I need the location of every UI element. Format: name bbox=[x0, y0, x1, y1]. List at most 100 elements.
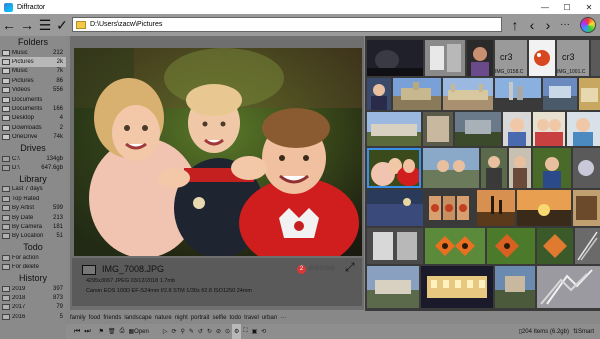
select-check-button[interactable]: ✓ bbox=[54, 15, 70, 35]
sidebar-item[interactable]: By Date 213 bbox=[0, 213, 66, 222]
print-icon[interactable]: ⎙ bbox=[118, 324, 127, 339]
cr3-thumbnail[interactable]: cr3 IMG_0158.C bbox=[495, 40, 527, 76]
tag-item[interactable]: travel bbox=[244, 315, 259, 321]
sidebar-item[interactable]: By Artist 599 bbox=[0, 203, 66, 212]
tag-item[interactable]: urban bbox=[262, 315, 277, 321]
thumbnail[interactable] bbox=[537, 266, 600, 308]
sidebar-item[interactable]: Documents 166 bbox=[0, 104, 66, 113]
sidebar-item[interactable]: Music 212 bbox=[0, 48, 66, 57]
edit-icon[interactable]: ✎ bbox=[187, 324, 196, 339]
tag-item[interactable]: portrait bbox=[191, 315, 210, 321]
sidebar-item[interactable]: Pictures 86 bbox=[0, 76, 66, 85]
tag-item[interactable]: todo bbox=[229, 315, 241, 321]
thumbnail[interactable] bbox=[393, 78, 441, 110]
thumbnail[interactable] bbox=[467, 40, 493, 76]
compare-icon[interactable]: ⊘ bbox=[214, 324, 223, 339]
thumbnail[interactable] bbox=[367, 190, 423, 226]
grid-view-icon[interactable]: ▣ bbox=[250, 324, 260, 339]
close-button[interactable]: ✕ bbox=[578, 0, 600, 14]
back-button[interactable]: ← bbox=[0, 15, 18, 35]
thumbnail[interactable] bbox=[367, 228, 423, 264]
thumbnail[interactable] bbox=[517, 190, 571, 226]
preview-photo[interactable] bbox=[74, 48, 362, 256]
flag-icon[interactable]: ⚑ bbox=[97, 324, 106, 339]
sidebar-item[interactable]: 2019 397 bbox=[0, 284, 66, 293]
more-button[interactable]: ··· bbox=[557, 15, 573, 35]
fullscreen-icon[interactable]: ⛶ bbox=[241, 324, 249, 339]
thumbnail[interactable] bbox=[579, 78, 600, 110]
color-wheel-icon[interactable] bbox=[580, 17, 596, 33]
sidebar-item[interactable]: For delete bbox=[0, 262, 66, 271]
thumbnail[interactable] bbox=[591, 40, 600, 76]
thumbnail[interactable] bbox=[477, 190, 515, 226]
sidebar-item[interactable]: By Location 51 bbox=[0, 232, 66, 241]
thumbnail[interactable] bbox=[481, 148, 507, 188]
thumbnail[interactable] bbox=[367, 78, 391, 110]
selected-thumbnail[interactable] bbox=[367, 148, 421, 188]
thumbnail[interactable] bbox=[509, 148, 531, 188]
first-icon[interactable]: ⏮ bbox=[72, 324, 82, 339]
tag-item[interactable]: night bbox=[175, 315, 188, 321]
minimize-button[interactable]: — bbox=[534, 0, 556, 14]
sidebar-item[interactable]: By Camera 181 bbox=[0, 222, 66, 231]
sidebar-item[interactable]: Desktop 4 bbox=[0, 114, 66, 123]
sort-button[interactable]: ⇅ Smart bbox=[571, 324, 596, 339]
sidebar-item[interactable]: 2017 79 bbox=[0, 303, 66, 312]
thumbnail[interactable] bbox=[537, 228, 573, 264]
thumbnail[interactable] bbox=[367, 112, 421, 146]
sidebar-item[interactable]: C:\ 134gb bbox=[0, 154, 66, 163]
sidebar-item[interactable]: D:\ 647.6gb bbox=[0, 163, 66, 172]
tag-item[interactable]: food bbox=[89, 315, 101, 321]
thumbnail[interactable] bbox=[367, 40, 423, 76]
tag-item[interactable]: selfie bbox=[212, 315, 226, 321]
sidebar-item[interactable]: Music 7k bbox=[0, 67, 66, 76]
map-icon[interactable]: ⊙ bbox=[223, 324, 232, 339]
tag-item[interactable]: friends bbox=[103, 315, 121, 321]
thumbnail[interactable] bbox=[367, 266, 419, 308]
tag-item[interactable]: nature bbox=[155, 315, 172, 321]
thumbnail[interactable] bbox=[455, 112, 501, 146]
thumbnail[interactable] bbox=[573, 190, 600, 226]
sidebar-item[interactable]: Documents bbox=[0, 95, 66, 104]
thumbnail[interactable] bbox=[423, 148, 479, 188]
tag-item[interactable]: ··· bbox=[280, 315, 286, 321]
thumbnail[interactable] bbox=[533, 112, 565, 146]
play-icon[interactable]: ▷ bbox=[161, 324, 170, 339]
sidebar-item[interactable]: Top Rated bbox=[0, 194, 66, 203]
forward-button[interactable]: → bbox=[18, 15, 36, 35]
thumbnail[interactable] bbox=[495, 78, 541, 110]
thumbnail[interactable] bbox=[533, 148, 571, 188]
delete-icon[interactable]: 🗑 bbox=[106, 324, 118, 339]
open-button[interactable]: ▦ Open bbox=[126, 324, 150, 339]
thumbnail[interactable] bbox=[425, 190, 475, 226]
thumbnail[interactable] bbox=[529, 40, 555, 76]
thumbnail[interactable] bbox=[421, 266, 493, 308]
thumbnail[interactable] bbox=[567, 112, 600, 146]
next-button[interactable]: › bbox=[540, 15, 556, 35]
sidebar-item[interactable]: Videos 556 bbox=[0, 86, 66, 95]
filter-icon[interactable]: ⚙ bbox=[232, 324, 242, 339]
rotate-icon[interactable]: ⟳ bbox=[169, 324, 178, 339]
menu-button[interactable]: ☰ bbox=[36, 15, 54, 35]
star-rating[interactable]: ☆☆☆☆☆ bbox=[308, 264, 335, 272]
tag-item[interactable]: family bbox=[70, 315, 86, 321]
tag-item[interactable]: landscape bbox=[124, 315, 151, 321]
thumbnail[interactable] bbox=[425, 40, 465, 76]
sidebar-item[interactable]: 2016 5 bbox=[0, 312, 66, 321]
thumbnail[interactable] bbox=[487, 228, 535, 264]
sidebar-item[interactable]: 2018 873 bbox=[0, 293, 66, 302]
zoom-icon[interactable]: ⚲ bbox=[178, 324, 186, 339]
sidebar-item[interactable]: For action bbox=[0, 253, 66, 262]
expand-icon[interactable]: ⤢ bbox=[345, 260, 355, 275]
address-bar[interactable]: D:\Users\zacw\Pictures bbox=[72, 17, 502, 32]
thumbnail[interactable] bbox=[425, 228, 485, 264]
thumbnail[interactable] bbox=[573, 148, 600, 188]
rotate-left-icon[interactable]: ↺ bbox=[196, 324, 205, 339]
previous-button[interactable]: ‹ bbox=[524, 15, 540, 35]
last-icon[interactable]: ⏭ bbox=[82, 324, 92, 339]
thumbnail[interactable] bbox=[575, 228, 600, 264]
cr3-thumbnail[interactable]: cr3 IMG_1001.C bbox=[557, 40, 589, 76]
rotate-right-icon[interactable]: ↻ bbox=[205, 324, 214, 339]
sidebar-item[interactable]: OneDrive 74k bbox=[0, 133, 66, 142]
thumbnail[interactable] bbox=[543, 78, 577, 110]
